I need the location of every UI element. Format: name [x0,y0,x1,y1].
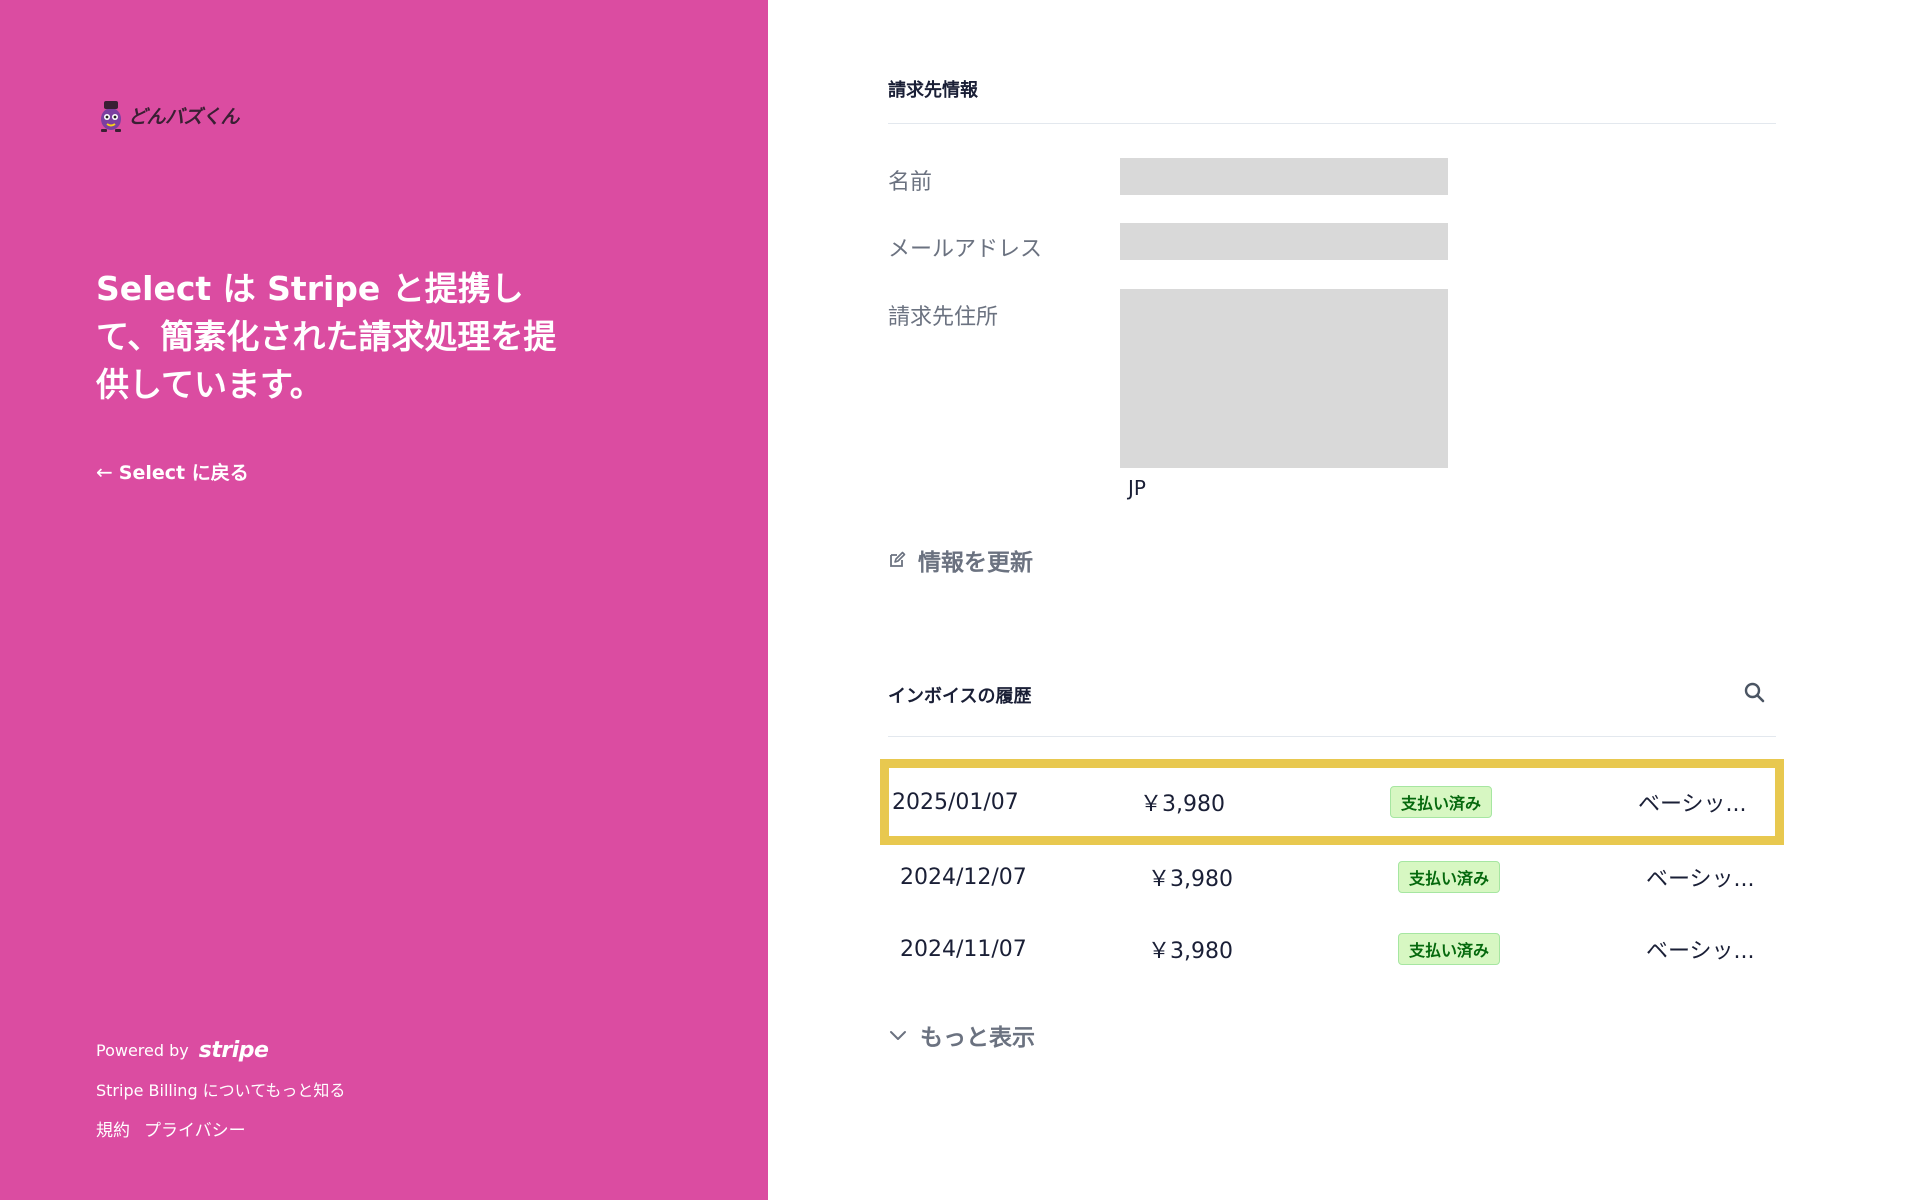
invoice-amount: ￥3,980 [1148,939,1233,964]
powered-by-label: Powered by [96,1041,189,1060]
address-value-redacted [1120,289,1448,468]
invoice-history-title: インボイスの履歴 [888,686,1032,707]
update-info-label: 情報を更新 [918,550,1033,576]
brand-logo[interactable]: どんバズくん [98,95,240,135]
invoice-date: 2024/12/07 [900,864,1027,890]
status-badge: 支払い済み [1398,861,1501,893]
arrow-left-icon: ← [96,459,113,484]
terms-link[interactable]: 規約 [96,1116,130,1141]
address-country: JP [1128,476,1146,500]
billing-info-divider [888,123,1776,124]
address-label: 請求先住所 [888,305,999,330]
status-badge: 支払い済み [1398,933,1501,965]
powered-by: Powered by stripe [96,1038,269,1063]
back-to-select-link[interactable]: ← Select に戻る [96,458,249,485]
tagline: Select は Stripe と提携して、簡素化された請求処理を提供しています… [96,269,557,404]
back-link-label: Select に戻る [118,462,249,484]
stripe-logo[interactable]: stripe [199,1038,269,1063]
edit-icon [890,551,906,567]
billing-portal: どんバズくん Select は Stripe と提携して、簡素化された請求処理を… [0,0,1920,1200]
search-icon[interactable] [1742,680,1768,706]
update-info-button[interactable]: 情報を更新 [888,543,1033,577]
invoice-description: ベーシッ... [1646,867,1755,892]
invoice-date: 2025/01/07 [892,789,1019,815]
right-panel: 請求先情報 名前 メールアドレス 請求先住所 JP 情報を更新 インボイスの履歴… [768,0,1920,1200]
billing-info-title: 請求先情報 [888,80,978,101]
invoice-row-1[interactable]: 2025/01/07 ￥3,980 支払い済み ベーシッ... [880,759,1784,845]
show-more-button[interactable]: もっと表示 [888,1018,1035,1052]
privacy-link[interactable]: プライバシー [144,1116,246,1141]
name-label: 名前 [888,170,933,195]
invoice-date: 2024/11/07 [900,936,1027,962]
logo-text: どんバズくん [128,105,240,128]
email-value-redacted [1120,223,1448,260]
footer-links: 規約 プライバシー [96,1116,246,1141]
invoice-history-divider [888,736,1776,737]
name-value-redacted [1120,158,1448,195]
invoice-description: ベーシッ... [1646,939,1755,964]
chevron-down-icon [890,1031,906,1040]
status-badge: 支払い済み [1390,786,1493,818]
invoice-description: ベーシッ... [1638,792,1747,817]
invoice-row-3[interactable]: 2024/11/07 ￥3,980 支払い済み ベーシッ... [888,914,1776,984]
show-more-label: もっと表示 [920,1025,1035,1051]
invoice-amount: ￥3,980 [1140,792,1225,817]
invoice-amount: ￥3,980 [1148,867,1233,892]
invoice-row-2[interactable]: 2024/12/07 ￥3,980 支払い済み ベーシッ... [888,842,1776,912]
email-label: メールアドレス [888,237,1043,262]
stripe-billing-link[interactable]: Stripe Billing についてもっと知る [96,1077,345,1101]
left-panel: どんバズくん Select は Stripe と提携して、簡素化された請求処理を… [0,0,768,1200]
mascot-icon [101,101,121,132]
